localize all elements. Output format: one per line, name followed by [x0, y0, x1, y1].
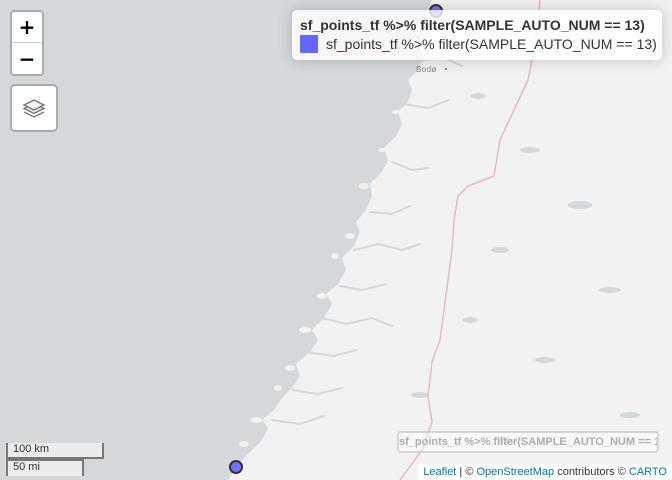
- zoom-control: + −: [10, 10, 44, 76]
- carto-link[interactable]: CARTO: [629, 466, 667, 478]
- attribution: Leaflet | © OpenStreetMap contributors ©…: [418, 464, 672, 480]
- leaflet-link[interactable]: Leaflet: [423, 466, 456, 478]
- zoom-out-button[interactable]: −: [12, 43, 42, 74]
- layer-overlay-label: sf_points_tf %>% filter(SAMPLE_AUTO_NUM …: [397, 431, 659, 453]
- basemap[interactable]: Bodø: [0, 0, 672, 480]
- layers-button[interactable]: [10, 84, 58, 132]
- legend-swatch: [300, 35, 318, 53]
- attribution-contributors: contributors ©: [554, 466, 629, 478]
- zoom-in-button[interactable]: +: [12, 12, 42, 43]
- map-container[interactable]: Bodø + − sf_points_tf %>% filter(SAMPLE_…: [0, 0, 672, 480]
- attribution-separator: | ©: [456, 466, 477, 478]
- layers-icon: [22, 99, 46, 118]
- openstreetmap-link[interactable]: OpenStreetMap: [476, 466, 554, 478]
- legend: sf_points_tf %>% filter(SAMPLE_AUTO_NUM …: [292, 10, 662, 60]
- city-dot-bodo: [444, 67, 448, 71]
- marker-bottom[interactable]: [229, 460, 243, 474]
- legend-item-label: sf_points_tf %>% filter(SAMPLE_AUTO_NUM …: [326, 36, 657, 52]
- legend-item: sf_points_tf %>% filter(SAMPLE_AUTO_NUM …: [300, 35, 657, 53]
- city-label-bodo: Bodø: [416, 65, 436, 74]
- scale-bar-mi: 50 mi: [6, 459, 84, 476]
- scale-bar-km: 100 km: [6, 443, 104, 459]
- legend-title: sf_points_tf %>% filter(SAMPLE_AUTO_NUM …: [300, 17, 645, 33]
